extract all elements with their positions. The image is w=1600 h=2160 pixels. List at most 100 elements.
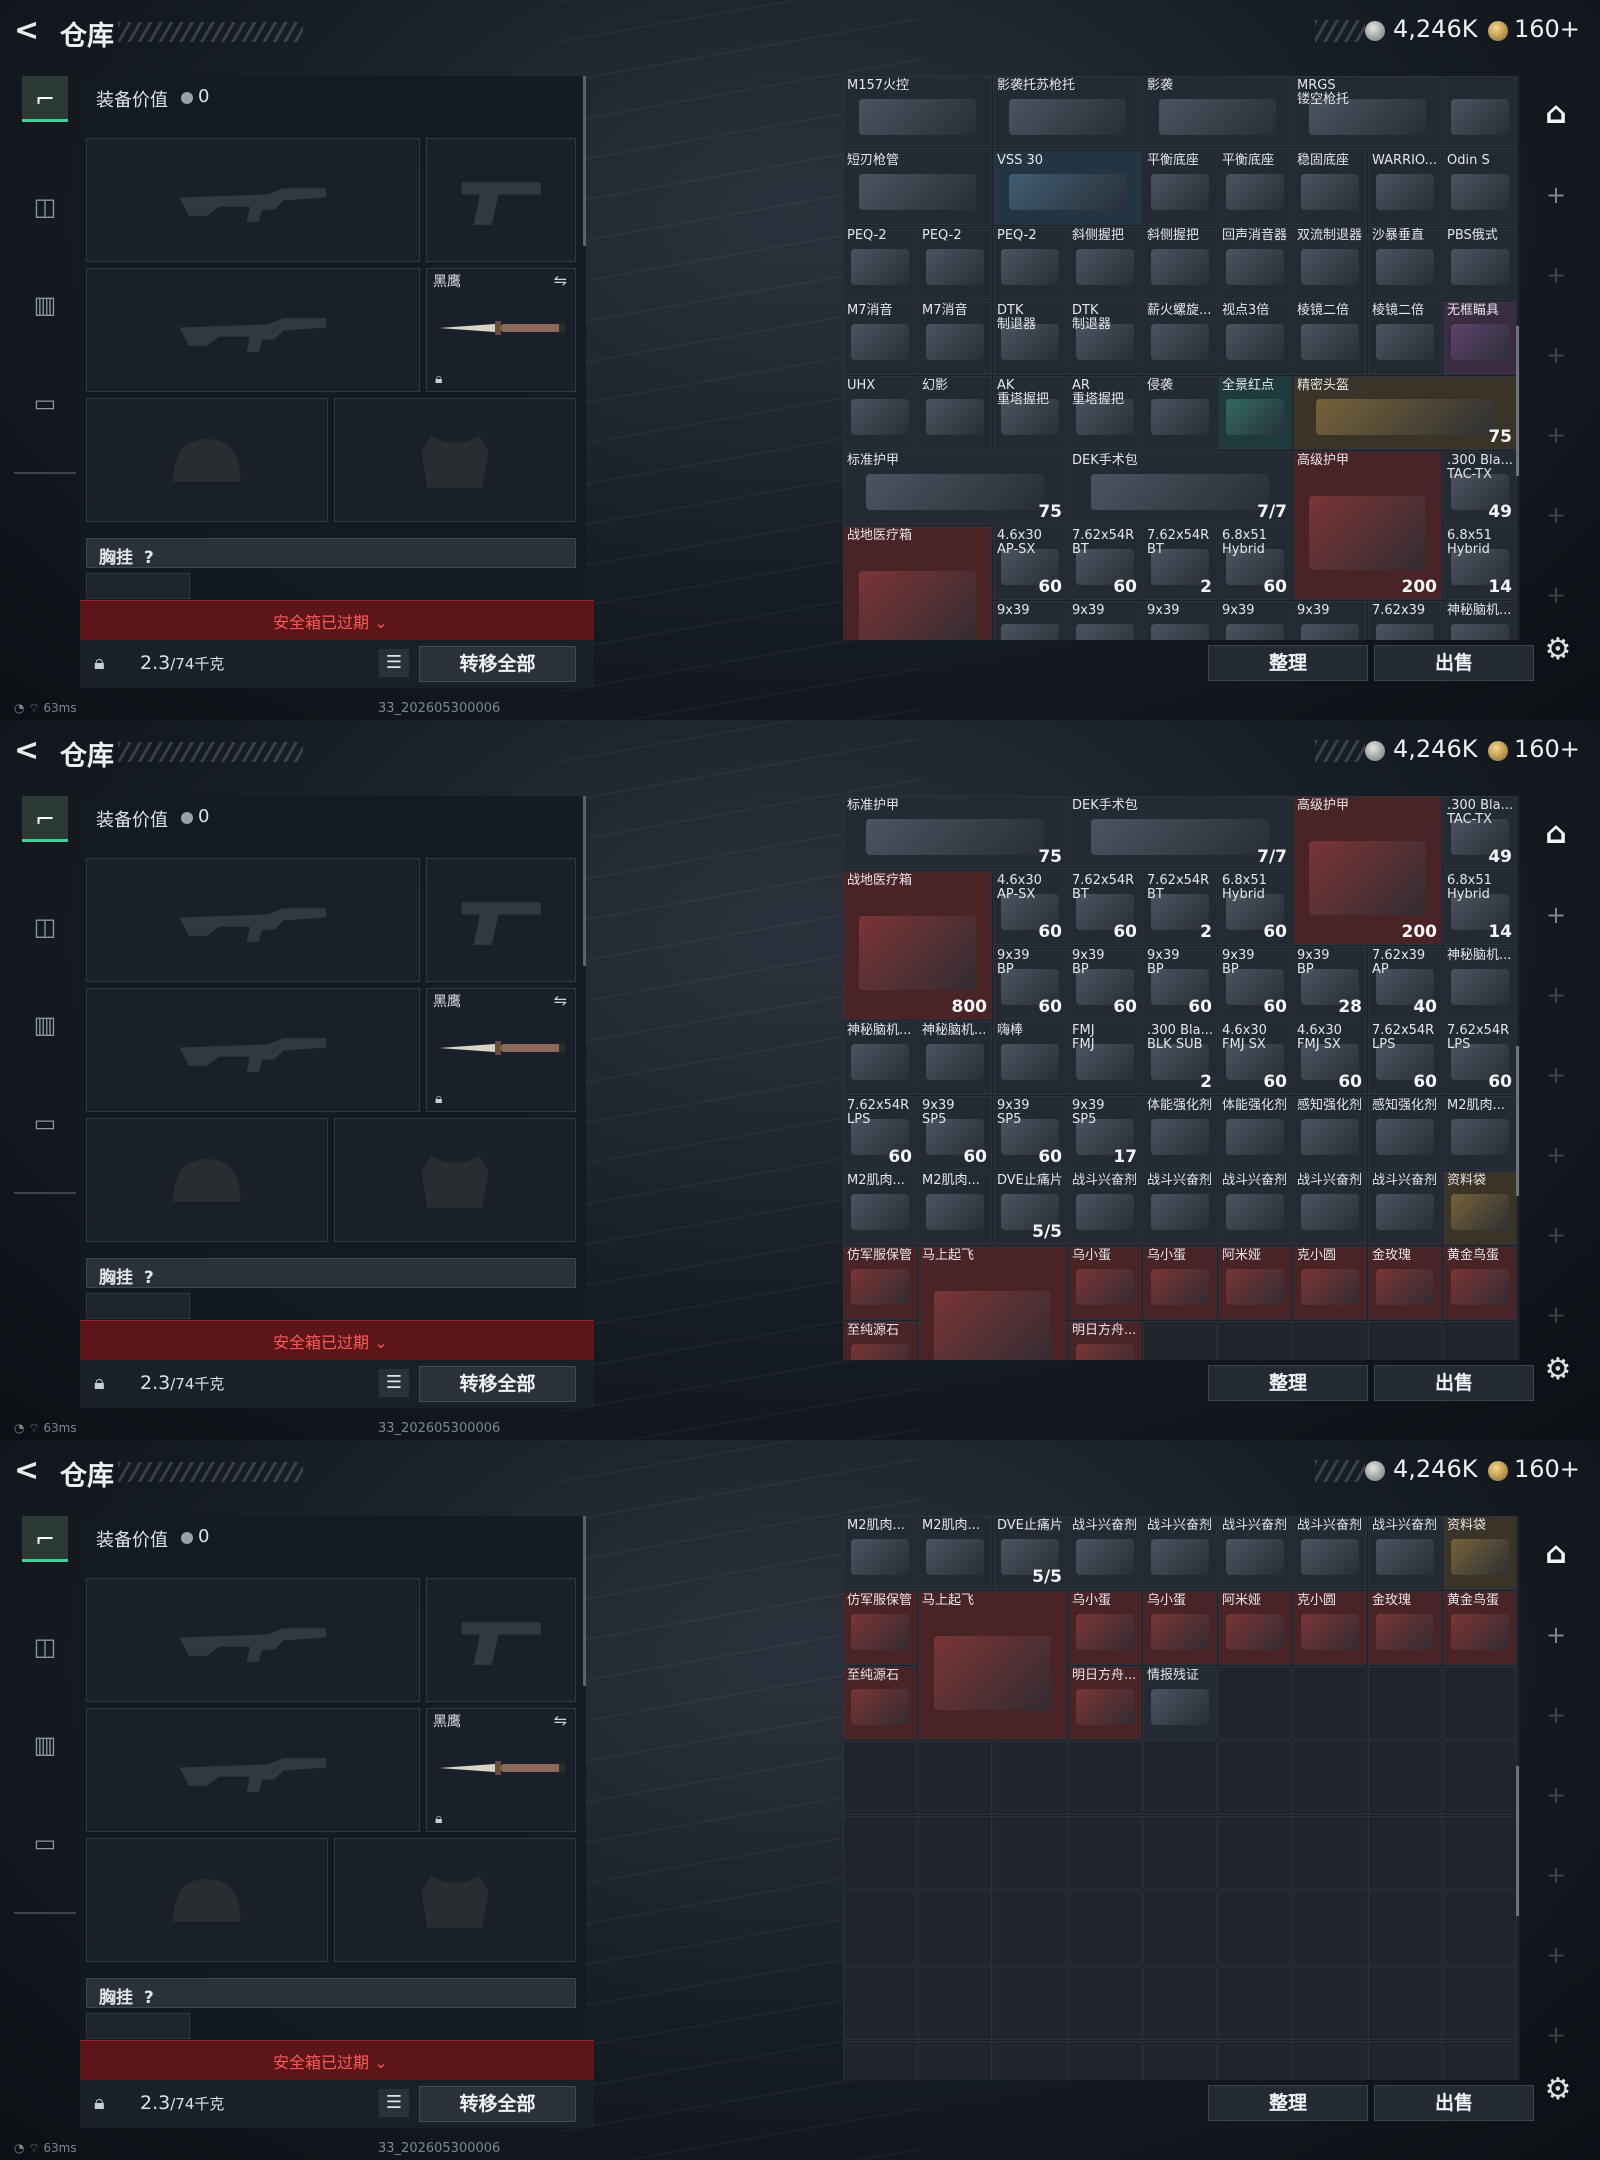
inventory-item[interactable]: M2肌肉... [843, 1171, 917, 1245]
inventory-item[interactable]: 9x39 BP 60 [1143, 946, 1217, 1020]
case-icon[interactable]: ▭ [22, 1820, 68, 1866]
case-icon[interactable]: ▭ [22, 1100, 68, 1146]
primary-weapon-slot[interactable] [86, 1578, 420, 1702]
help-icon[interactable]: ? [144, 1988, 154, 2008]
warehouse-icon[interactable]: ⌂ [1534, 92, 1578, 136]
inventory-item[interactable]: 明日方舟... [1068, 1321, 1142, 1360]
empty-grid-cell[interactable] [993, 1816, 1067, 1890]
inventory-item[interactable]: .300 Bla... BLK SUB 2 [1143, 1021, 1217, 1095]
case-icon[interactable]: ▭ [22, 380, 68, 426]
storage-slot-icon[interactable]: + [1534, 2020, 1578, 2050]
inventory-item[interactable]: 乌小蛋 [1068, 1591, 1142, 1665]
empty-grid-cell[interactable] [918, 1816, 992, 1890]
empty-grid-cell[interactable] [1143, 2041, 1217, 2080]
storage-slot-icon[interactable]: + [1534, 1780, 1578, 1810]
empty-grid-cell[interactable] [1293, 1666, 1367, 1740]
inventory-item[interactable]: 至纯源石 [843, 1666, 917, 1740]
back-button[interactable]: < [14, 1454, 44, 1488]
empty-grid-cell[interactable] [843, 1816, 917, 1890]
inventory-item[interactable]: 乌小蛋 [1143, 1591, 1217, 1665]
transfer-all-button[interactable]: 转移全部 [419, 646, 576, 682]
inventory-item[interactable]: 斜侧握把 [1068, 226, 1142, 300]
inventory-item[interactable]: 9x39 SP5 17 [1068, 1096, 1142, 1170]
inventory-item[interactable]: 战斗兴奋剂 [1143, 1171, 1217, 1245]
inventory-item[interactable]: 平衡底座 [1143, 151, 1217, 225]
backpack-icon[interactable]: ◫ [22, 184, 68, 230]
inventory-item[interactable]: 7.62x54R LPS 60 [1443, 1021, 1517, 1095]
empty-grid-cell[interactable] [1218, 2041, 1292, 2080]
inventory-item[interactable]: 战斗兴奋剂 [1293, 1516, 1367, 1590]
empty-grid-cell[interactable] [1368, 2041, 1442, 2080]
empty-grid-cell[interactable] [1368, 1966, 1442, 2040]
empty-grid-cell[interactable] [1443, 2041, 1517, 2080]
inventory-item[interactable]: 6.8x51 Hybrid 60 [1218, 871, 1292, 945]
secondary-weapon-slot[interactable] [86, 988, 420, 1112]
inventory-item[interactable]: 7.62x39 AP 40 [1368, 946, 1442, 1020]
equipment-scrollbar[interactable] [583, 76, 586, 246]
empty-grid-cell[interactable] [1368, 1741, 1442, 1815]
inventory-item[interactable]: 金玫瑰 [1368, 1591, 1442, 1665]
inventory-item[interactable]: 阿米娅 [1218, 1591, 1292, 1665]
inventory-item[interactable]: 4.6x30 FMJ SX 60 [1293, 1021, 1367, 1095]
inventory-item[interactable]: 沙暴垂直 [1368, 226, 1442, 300]
inventory-item[interactable]: 7.62x54R BT 2 [1143, 871, 1217, 945]
empty-grid-cell[interactable] [1293, 2041, 1367, 2080]
melee-slot[interactable]: 黑鹰 ⇋ 🔒︎ [426, 988, 576, 1112]
gear-icon[interactable]: ⚙ [1538, 1350, 1578, 1390]
list-icon[interactable]: ☰ [379, 649, 409, 677]
inventory-item[interactable]: 黄金鸟蛋 [1443, 1246, 1517, 1320]
add-storage-icon[interactable]: + [1534, 180, 1578, 210]
swap-icon[interactable]: ⇋ [554, 1711, 567, 1730]
empty-grid-cell[interactable] [1143, 1966, 1217, 2040]
list-icon[interactable]: ☰ [379, 1369, 409, 1397]
sell-button[interactable]: 出售 [1374, 2085, 1534, 2121]
inventory-item[interactable]: 战地医疗箱 800 [843, 871, 992, 1020]
sort-button[interactable]: 整理 [1208, 2085, 1368, 2121]
inventory-item[interactable]: DVE止痛片 5/5 [993, 1171, 1067, 1245]
empty-grid-cell[interactable] [843, 2041, 917, 2080]
inventory-item[interactable]: 回声消音器 [1218, 226, 1292, 300]
empty-grid-cell[interactable] [918, 1966, 992, 2040]
inventory-item[interactable]: 9x39 SP5 60 [918, 1096, 992, 1170]
armor-slot[interactable] [334, 398, 576, 522]
inventory-item[interactable]: 体能强化剂 [1218, 1096, 1292, 1170]
inventory-item[interactable]: 9x39 SP5 60 [993, 1096, 1067, 1170]
gear-icon[interactable]: ⚙ [1538, 2070, 1578, 2110]
add-storage-icon[interactable]: + [1534, 900, 1578, 930]
inventory-item[interactable]: 明日方舟... [1068, 1666, 1142, 1740]
inventory-item[interactable]: 体能强化剂 [1143, 1096, 1217, 1170]
empty-grid-cell[interactable] [1443, 1666, 1517, 1740]
inventory-item[interactable]: AR 重塔握把 [1068, 376, 1142, 450]
inventory-item[interactable]: DEK手术包 7/7 [1068, 796, 1292, 870]
inventory-item[interactable]: 战斗兴奋剂 [1293, 1171, 1367, 1245]
inventory-item[interactable]: PEQ-2 [993, 226, 1067, 300]
warehouse-icon[interactable]: ⌂ [1534, 1532, 1578, 1576]
empty-grid-cell[interactable] [1068, 1741, 1142, 1815]
chest-rig-slot[interactable]: 胸挂 ? [86, 538, 576, 568]
safe-box-expired-bar[interactable]: 安全箱已过期 ⌄ [80, 1320, 594, 1360]
storage-slot-icon[interactable]: + [1534, 1060, 1578, 1090]
inventory-item[interactable]: 7.62x54R BT 60 [1068, 526, 1142, 600]
empty-grid-cell[interactable] [993, 2041, 1067, 2080]
empty-grid-cell[interactable] [1068, 1966, 1142, 2040]
inventory-item[interactable]: VSS 30 [993, 151, 1142, 225]
melee-slot[interactable]: 黑鹰 ⇋ 🔒︎ [426, 1708, 576, 1832]
storage-slot-icon[interactable]: + [1534, 1860, 1578, 1890]
inventory-item[interactable]: .300 Bla... TAC-TX 49 [1443, 451, 1517, 525]
inventory-item[interactable]: 6.8x51 Hybrid 14 [1443, 526, 1517, 600]
inventory-item[interactable]: 神秘脑机... [1443, 601, 1517, 640]
inventory-item[interactable]: DVE止痛片 5/5 [993, 1516, 1067, 1590]
inventory-item[interactable]: 战斗兴奋剂 [1068, 1516, 1142, 1590]
empty-grid-cell[interactable] [993, 1891, 1067, 1965]
inventory-item[interactable]: 资料袋 [1443, 1171, 1517, 1245]
storage-slot-icon[interactable]: + [1534, 1700, 1578, 1730]
empty-grid-cell[interactable] [1218, 1816, 1292, 1890]
back-button[interactable]: < [14, 734, 44, 768]
inventory-item[interactable]: PBS俄式 [1443, 226, 1517, 300]
inventory-item[interactable]: M7消音 [918, 301, 992, 375]
inventory-item[interactable]: 短刃枪管 [843, 151, 992, 225]
list-icon[interactable]: ☰ [379, 2089, 409, 2117]
empty-grid-cell[interactable] [1368, 1891, 1442, 1965]
inventory-item[interactable]: PEQ-2 [843, 226, 917, 300]
safe-box-expired-bar[interactable]: 安全箱已过期 ⌄ [80, 2040, 594, 2080]
